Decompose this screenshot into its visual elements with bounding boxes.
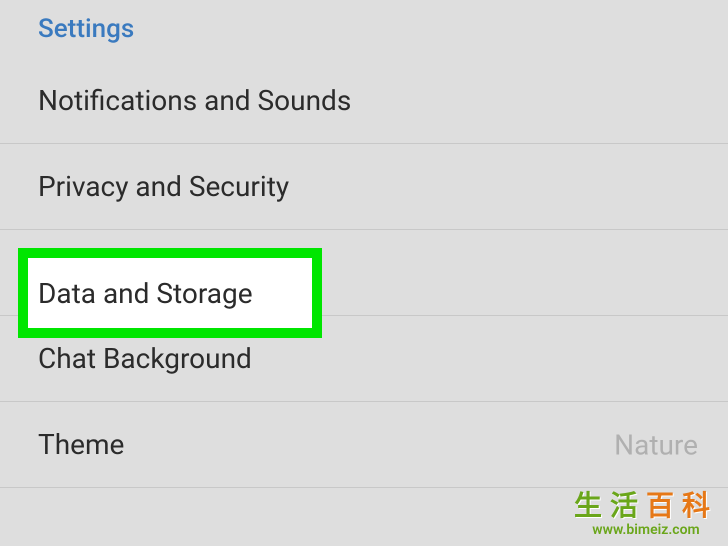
watermark-cn-part1: 生活 xyxy=(574,489,646,522)
watermark: 生活百科 www.bimeiz.com xyxy=(574,484,718,538)
list-item-notifications-sounds[interactable]: Notifications and Sounds xyxy=(0,58,728,144)
list-item-theme[interactable]: Theme Nature xyxy=(0,402,728,488)
list-item-label: Chat Background xyxy=(38,342,252,375)
list-item-privacy-security[interactable]: Privacy and Security xyxy=(0,144,728,230)
highlight-label: Data and Storage xyxy=(38,277,253,310)
settings-section-header: Settings xyxy=(0,0,728,58)
list-item-value: Nature xyxy=(614,428,698,461)
watermark-cn-part2: 百科 xyxy=(646,489,718,522)
list-item-label: Privacy and Security xyxy=(38,170,289,203)
list-item-label: Theme xyxy=(38,428,124,461)
list-item-label: Notifications and Sounds xyxy=(38,84,351,117)
highlight-box-data-storage: Data and Storage xyxy=(18,248,322,338)
watermark-url: www.bimeiz.com xyxy=(592,522,699,538)
watermark-cn-text: 生活百科 xyxy=(574,484,718,524)
